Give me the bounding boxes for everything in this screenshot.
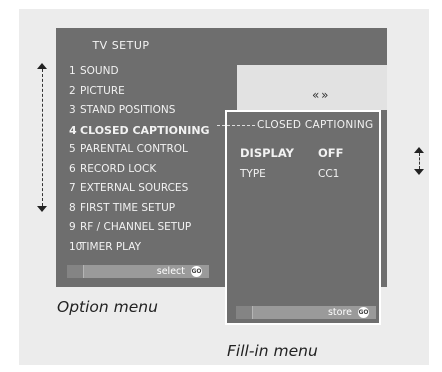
menu-item-label: STAND POSITIONS [80,104,176,116]
fill-in-menu-status-bar: store GO [236,306,376,319]
store-label: store [327,307,352,318]
menu-item-parental-control[interactable]: 5 PARENTAL CONTROL [69,140,210,160]
left-right-arrows-icon: « » [312,88,328,102]
select-label: select [156,266,185,277]
menu-item-label: PICTURE [80,84,125,97]
menu-item-number: 2 [69,84,76,97]
go-button-icon[interactable]: GO [191,266,202,277]
menu-item-label: RF / CHANNEL SETUP [80,221,192,233]
menu-item-external-sources[interactable]: 7 EXTERNAL SOURCES [69,179,210,199]
menu-item-number: 10 [69,240,83,253]
fill-in-menu-caption: Fill-in menu [227,342,318,360]
menu-item-number: 4 [69,123,77,137]
menu-item-number: 7 [69,182,76,194]
type-field-value[interactable]: CC1 [318,168,339,180]
arrow-dashed-line [419,153,420,169]
menu-item-label: SOUND [80,65,119,77]
menu-item-closed-captioning[interactable]: 4 CLOSED CAPTIONING [69,121,210,141]
connector-line [217,125,255,126]
menu-item-first-time-setup[interactable]: 8 FIRST TIME SETUP [69,199,210,219]
menu-item-timer-play[interactable]: 10TIMER PLAY [69,238,210,258]
menu-item-label: FIRST TIME SETUP [80,201,176,214]
menu-item-number: 3 [69,104,76,116]
menu-item-stand-positions[interactable]: 3 STAND POSITIONS [69,101,210,121]
display-field-value[interactable]: OFF [318,146,344,160]
menu-item-label: RECORD LOCK [80,162,157,175]
menu-item-label: CLOSED CAPTIONING [80,123,210,137]
menu-item-label: EXTERNAL SOURCES [80,182,189,194]
option-menu-list: 1 SOUND 2 PICTURE 3 STAND POSITIONS 4 CLOSED… [69,62,210,257]
arrow-dashed-line [42,69,43,206]
up-down-arrow-right-icon [414,147,424,175]
menu-item-sound[interactable]: 1 SOUND [69,62,210,82]
menu-item-number: 5 [69,143,76,155]
fill-in-menu-panel [225,110,381,325]
arrow-down-icon [37,206,47,212]
menu-item-number: 8 [69,201,76,214]
option-menu-title: TV SETUP [92,39,150,52]
menu-item-picture[interactable]: 2 PICTURE [69,82,210,102]
menu-item-label: PARENTAL CONTROL [80,143,188,155]
status-bar-indicator [67,265,84,278]
menu-item-record-lock[interactable]: 6 RECORD LOCK [69,160,210,180]
menu-item-number: 6 [69,162,76,175]
menu-item-rf-channel-setup[interactable]: 9 RF / CHANNEL SETUP [69,218,210,238]
arrow-down-icon [414,169,424,175]
status-bar-indicator [236,306,253,319]
go-button-icon[interactable]: GO [358,307,369,318]
fill-in-menu-title: CLOSED CAPTIONING [257,119,374,131]
type-field-label: TYPE [240,168,266,180]
option-menu-caption: Option menu [57,298,158,316]
display-field-label: DISPLAY [240,146,294,160]
up-down-arrow-left-icon [37,63,47,212]
menu-item-label: TIMER PLAY [80,240,142,253]
menu-item-number: 9 [69,221,76,233]
menu-item-number: 1 [69,65,76,77]
option-menu-status-bar: select GO [67,265,209,278]
fill-in-status-bar-inner: store GO [236,306,376,319]
